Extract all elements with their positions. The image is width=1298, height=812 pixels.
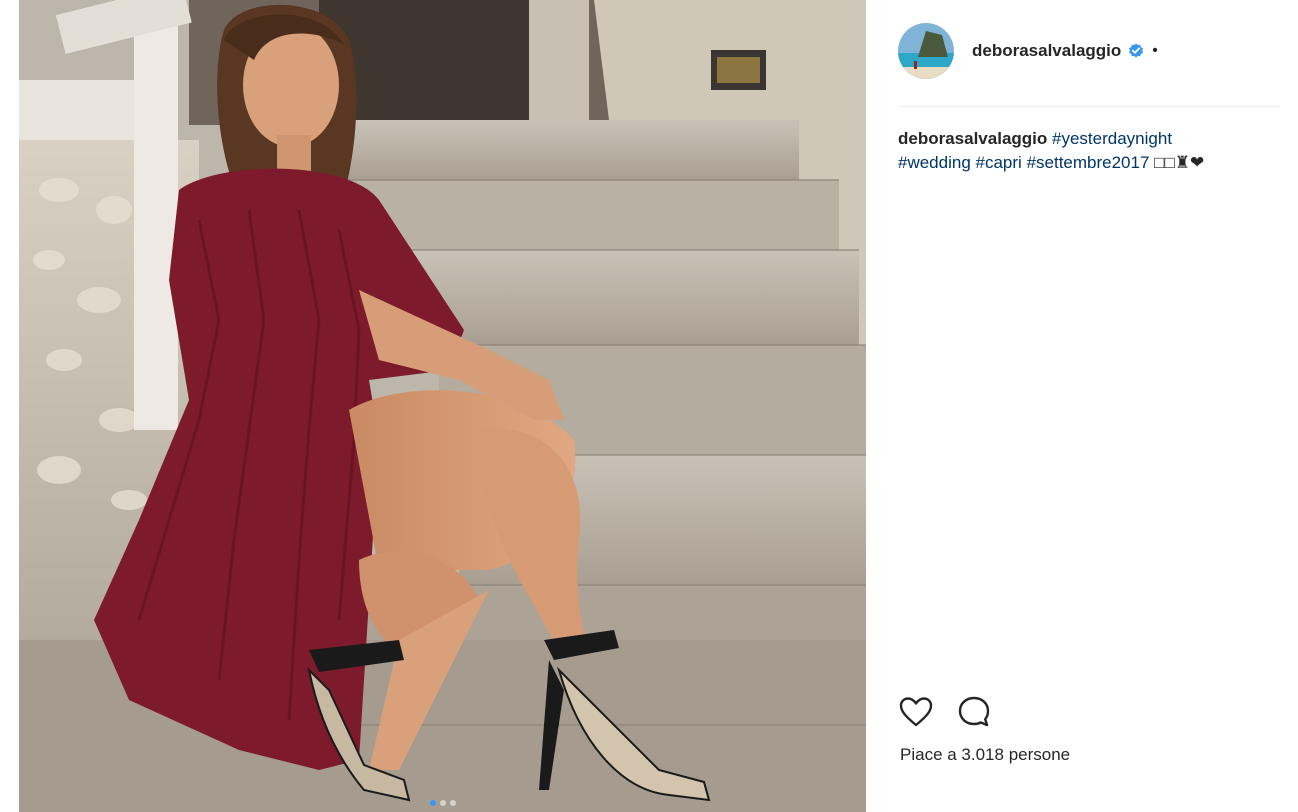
hashtag-link[interactable]: #settembre2017 bbox=[1027, 153, 1150, 172]
carousel-dot-active bbox=[429, 800, 436, 806]
header-divider bbox=[898, 106, 1280, 107]
comment-button[interactable] bbox=[956, 694, 992, 730]
carousel-indicator bbox=[429, 800, 456, 806]
caption-username[interactable]: deborasalvalaggio bbox=[898, 129, 1047, 148]
hashtag-link[interactable]: #yesterdaynight bbox=[1052, 129, 1172, 148]
photo-illustration bbox=[19, 0, 866, 812]
likes-count[interactable]: Piace a 3.018 persone bbox=[900, 745, 1070, 765]
post-sidebar: deborasalvalaggio • deborasalvalaggio #y… bbox=[866, 0, 1298, 812]
avatar-image bbox=[898, 23, 954, 79]
carousel-dot bbox=[439, 800, 446, 806]
carousel-dot bbox=[449, 800, 456, 806]
post-caption: deborasalvalaggio #yesterdaynight #weddi… bbox=[898, 127, 1283, 175]
comment-icon bbox=[958, 696, 990, 727]
post-username[interactable]: deborasalvalaggio bbox=[972, 41, 1121, 61]
post-actions bbox=[898, 694, 992, 730]
caption-emoji: □□♜❤ bbox=[1154, 153, 1205, 172]
avatar[interactable] bbox=[898, 23, 954, 79]
verified-badge-icon bbox=[1128, 43, 1144, 59]
post-header: deborasalvalaggio • bbox=[898, 22, 1278, 80]
post-photo[interactable] bbox=[19, 0, 866, 812]
heart-icon bbox=[899, 697, 933, 727]
like-button[interactable] bbox=[898, 694, 934, 730]
separator-dot: • bbox=[1152, 42, 1158, 59]
hashtag-link[interactable]: #wedding bbox=[898, 153, 971, 172]
hashtag-link[interactable]: #capri bbox=[976, 153, 1022, 172]
